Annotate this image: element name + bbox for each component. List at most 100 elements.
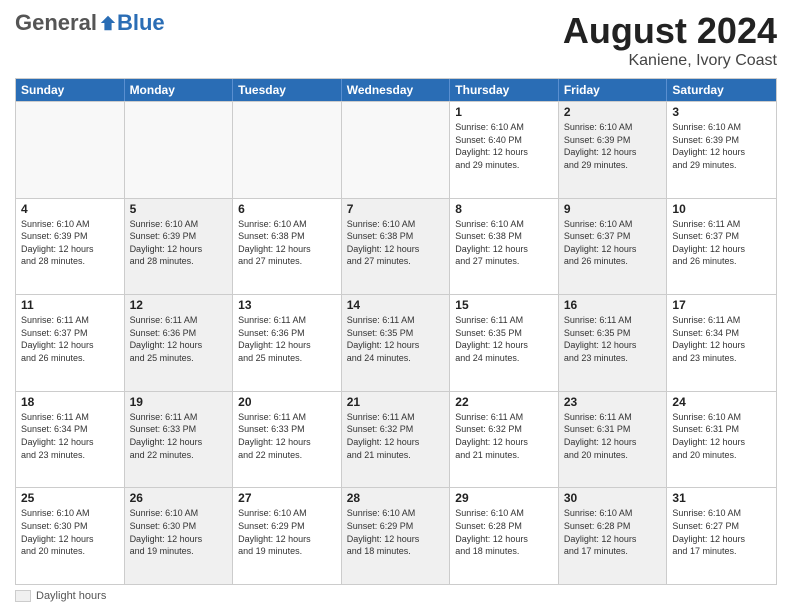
cal-cell-day-24: 24 Sunrise: 6:10 AM Sunset: 6:31 PM Dayli… xyxy=(667,392,776,488)
day-info: Sunrise: 6:11 AM Sunset: 6:36 PM Dayligh… xyxy=(130,314,228,364)
day-info: Sunrise: 6:11 AM Sunset: 6:36 PM Dayligh… xyxy=(238,314,336,364)
day-info: Sunrise: 6:11 AM Sunset: 6:33 PM Dayligh… xyxy=(238,411,336,461)
day-number: 26 xyxy=(130,491,228,505)
cal-cell-day-27: 27 Sunrise: 6:10 AM Sunset: 6:29 PM Dayli… xyxy=(233,488,342,584)
cal-cell-empty xyxy=(233,102,342,198)
day-number: 6 xyxy=(238,202,336,216)
cal-cell-day-2: 2 Sunrise: 6:10 AM Sunset: 6:39 PM Daylig… xyxy=(559,102,668,198)
page: General Blue August 2024 Kaniene, Ivory … xyxy=(0,0,792,612)
day-info: Sunrise: 6:11 AM Sunset: 6:37 PM Dayligh… xyxy=(672,218,771,268)
day-number: 21 xyxy=(347,395,445,409)
day-info: Sunrise: 6:11 AM Sunset: 6:35 PM Dayligh… xyxy=(347,314,445,364)
day-number: 23 xyxy=(564,395,662,409)
cal-cell-day-10: 10Sunrise: 6:11 AM Sunset: 6:37 PM Dayli… xyxy=(667,199,776,295)
day-number: 16 xyxy=(564,298,662,312)
cal-week-4: 18Sunrise: 6:11 AM Sunset: 6:34 PM Dayli… xyxy=(16,391,776,488)
logo-icon xyxy=(99,14,117,32)
cal-cell-empty xyxy=(16,102,125,198)
logo: General Blue xyxy=(15,10,165,36)
day-number: 13 xyxy=(238,298,336,312)
day-info: Sunrise: 6:10 AM Sunset: 6:28 PM Dayligh… xyxy=(564,507,662,557)
day-number: 30 xyxy=(564,491,662,505)
day-number: 11 xyxy=(21,298,119,312)
day-number: 5 xyxy=(130,202,228,216)
day-info: Sunrise: 6:11 AM Sunset: 6:31 PM Dayligh… xyxy=(564,411,662,461)
footer-label: Daylight hours xyxy=(36,590,106,602)
cal-header-sunday: Sunday xyxy=(16,79,125,101)
day-number: 2 xyxy=(564,105,662,119)
day-info: Sunrise: 6:10 AM Sunset: 6:30 PM Dayligh… xyxy=(130,507,228,557)
cal-cell-day-31: 31 Sunrise: 6:10 AM Sunset: 6:27 PM Dayli… xyxy=(667,488,776,584)
cal-cell-day-25: 25 Sunrise: 6:10 AM Sunset: 6:30 PM Dayli… xyxy=(16,488,125,584)
day-info: Sunrise: 6:10 AM Sunset: 6:38 PM Dayligh… xyxy=(347,218,445,268)
day-number: 24 xyxy=(672,395,771,409)
day-number: 28 xyxy=(347,491,445,505)
cal-cell-day-18: 18Sunrise: 6:11 AM Sunset: 6:34 PM Dayli… xyxy=(16,392,125,488)
day-number: 25 xyxy=(21,491,119,505)
day-number: 12 xyxy=(130,298,228,312)
day-number: 18 xyxy=(21,395,119,409)
day-info: Sunrise: 6:10 AM Sunset: 6:38 PM Dayligh… xyxy=(238,218,336,268)
day-info: Sunrise: 6:10 AM Sunset: 6:39 PM Dayligh… xyxy=(130,218,228,268)
cal-cell-day-3: 3Sunrise: 6:10 AM Sunset: 6:39 PM Daylig… xyxy=(667,102,776,198)
calendar-header-row: SundayMondayTuesdayWednesdayThursdayFrid… xyxy=(16,79,776,101)
cal-week-2: 4 Sunrise: 6:10 AM Sunset: 6:39 PM Daylig… xyxy=(16,198,776,295)
day-info: Sunrise: 6:11 AM Sunset: 6:34 PM Dayligh… xyxy=(672,314,771,364)
day-number: 14 xyxy=(347,298,445,312)
cal-week-1: 1 Sunrise: 6:10 AM Sunset: 6:40 PM Daylig… xyxy=(16,101,776,198)
logo-general: General xyxy=(15,10,97,36)
cal-cell-day-4: 4Sunrise: 6:10 AM Sunset: 6:39 PM Daylig… xyxy=(16,199,125,295)
cal-cell-day-26: 26 Sunrise: 6:10 AM Sunset: 6:30 PM Dayli… xyxy=(125,488,234,584)
cal-header-tuesday: Tuesday xyxy=(233,79,342,101)
header: General Blue August 2024 Kaniene, Ivory … xyxy=(15,10,777,70)
day-number: 22 xyxy=(455,395,553,409)
day-info: Sunrise: 6:10 AM Sunset: 6:31 PM Dayligh… xyxy=(672,411,771,461)
day-number: 9 xyxy=(564,202,662,216)
day-info: Sunrise: 6:11 AM Sunset: 6:32 PM Dayligh… xyxy=(347,411,445,461)
cal-cell-empty xyxy=(125,102,234,198)
day-info: Sunrise: 6:11 AM Sunset: 6:33 PM Dayligh… xyxy=(130,411,228,461)
day-info: Sunrise: 6:10 AM Sunset: 6:39 PM Dayligh… xyxy=(564,121,662,171)
day-info: Sunrise: 6:10 AM Sunset: 6:29 PM Dayligh… xyxy=(347,507,445,557)
day-info: Sunrise: 6:11 AM Sunset: 6:32 PM Dayligh… xyxy=(455,411,553,461)
cal-cell-day-23: 23 Sunrise: 6:11 AM Sunset: 6:31 PM Dayli… xyxy=(559,392,668,488)
title-block: August 2024 Kaniene, Ivory Coast xyxy=(563,10,777,70)
day-info: Sunrise: 6:10 AM Sunset: 6:37 PM Dayligh… xyxy=(564,218,662,268)
day-number: 4 xyxy=(21,202,119,216)
day-info: Sunrise: 6:11 AM Sunset: 6:35 PM Dayligh… xyxy=(564,314,662,364)
cal-cell-day-19: 19Sunrise: 6:11 AM Sunset: 6:33 PM Dayli… xyxy=(125,392,234,488)
cal-cell-day-21: 21 Sunrise: 6:11 AM Sunset: 6:32 PM Dayli… xyxy=(342,392,451,488)
cal-cell-day-5: 5 Sunrise: 6:10 AM Sunset: 6:39 PM Daylig… xyxy=(125,199,234,295)
cal-cell-day-14: 14 Sunrise: 6:11 AM Sunset: 6:35 PM Dayli… xyxy=(342,295,451,391)
cal-cell-empty xyxy=(342,102,451,198)
location: Kaniene, Ivory Coast xyxy=(563,52,777,70)
day-info: Sunrise: 6:10 AM Sunset: 6:28 PM Dayligh… xyxy=(455,507,553,557)
day-info: Sunrise: 6:10 AM Sunset: 6:27 PM Dayligh… xyxy=(672,507,771,557)
cal-header-wednesday: Wednesday xyxy=(342,79,451,101)
day-number: 1 xyxy=(455,105,553,119)
cal-cell-day-30: 30 Sunrise: 6:10 AM Sunset: 6:28 PM Dayli… xyxy=(559,488,668,584)
cal-cell-day-29: 29Sunrise: 6:10 AM Sunset: 6:28 PM Dayli… xyxy=(450,488,559,584)
day-number: 31 xyxy=(672,491,771,505)
cal-week-3: 11 Sunrise: 6:11 AM Sunset: 6:37 PM Dayli… xyxy=(16,294,776,391)
day-info: Sunrise: 6:11 AM Sunset: 6:35 PM Dayligh… xyxy=(455,314,553,364)
cal-cell-day-7: 7 Sunrise: 6:10 AM Sunset: 6:38 PM Daylig… xyxy=(342,199,451,295)
cal-week-5: 25 Sunrise: 6:10 AM Sunset: 6:30 PM Dayli… xyxy=(16,487,776,584)
calendar-body: 1 Sunrise: 6:10 AM Sunset: 6:40 PM Daylig… xyxy=(16,101,776,584)
day-number: 17 xyxy=(672,298,771,312)
month-year: August 2024 xyxy=(563,10,777,52)
day-number: 15 xyxy=(455,298,553,312)
day-info: Sunrise: 6:11 AM Sunset: 6:37 PM Dayligh… xyxy=(21,314,119,364)
day-number: 7 xyxy=(347,202,445,216)
day-info: Sunrise: 6:10 AM Sunset: 6:30 PM Dayligh… xyxy=(21,507,119,557)
footer-swatch xyxy=(15,590,31,602)
day-number: 20 xyxy=(238,395,336,409)
cal-header-monday: Monday xyxy=(125,79,234,101)
cal-cell-day-8: 8Sunrise: 6:10 AM Sunset: 6:38 PM Daylig… xyxy=(450,199,559,295)
day-number: 27 xyxy=(238,491,336,505)
cal-cell-day-13: 13 Sunrise: 6:11 AM Sunset: 6:36 PM Dayli… xyxy=(233,295,342,391)
day-info: Sunrise: 6:10 AM Sunset: 6:40 PM Dayligh… xyxy=(455,121,553,171)
cal-cell-day-6: 6 Sunrise: 6:10 AM Sunset: 6:38 PM Daylig… xyxy=(233,199,342,295)
day-number: 3 xyxy=(672,105,771,119)
day-info: Sunrise: 6:10 AM Sunset: 6:29 PM Dayligh… xyxy=(238,507,336,557)
